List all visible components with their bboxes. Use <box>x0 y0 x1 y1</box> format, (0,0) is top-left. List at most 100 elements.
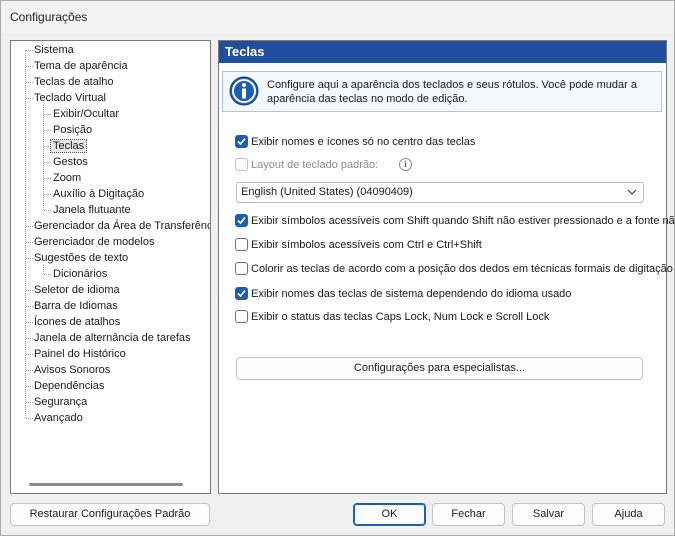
tree-item[interactable]: Painel do Histórico <box>34 346 126 362</box>
close-button[interactable]: Fechar <box>432 503 505 526</box>
tree-item[interactable]: Posição <box>53 122 92 138</box>
panel-title: Teclas <box>219 41 666 63</box>
tree-item[interactable]: Tema de aparência <box>34 58 128 74</box>
ok-button[interactable]: OK <box>353 503 426 526</box>
tree-connector <box>26 338 33 339</box>
chevron-down-icon <box>627 189 637 195</box>
tree-item-label: Exibir/Ocultar <box>53 108 120 120</box>
option-label: Exibir o status das teclas Caps Lock, Nu… <box>251 311 550 323</box>
tree-connector <box>26 354 33 355</box>
tree-item-label: Avançado <box>34 412 83 424</box>
tree-item-label: Auxílio à Digitação <box>53 188 145 200</box>
tree-item-label: Ícones de atalhos <box>34 316 121 328</box>
tree-item-label: Teclas <box>50 139 88 153</box>
tree-item[interactable]: Janela flutuante <box>53 202 131 218</box>
tree-item[interactable]: Segurança <box>34 394 87 410</box>
info-text: Configure aqui a aparência dos teclados … <box>267 79 637 105</box>
tree-connector <box>26 418 33 419</box>
tree-connector <box>26 50 33 51</box>
tree-item[interactable]: Zoom <box>53 170 81 186</box>
tree-connector <box>44 178 51 179</box>
tree-connector <box>26 322 33 323</box>
tree-item-label: Gestos <box>53 156 88 168</box>
keyboard-layout-select[interactable]: English (United States) (04090409) <box>236 182 644 203</box>
tree-item-label: Sistema <box>34 44 74 56</box>
tree-item[interactable]: Gerenciador da Área de Transferência <box>34 218 211 234</box>
settings-tree[interactable]: Sistema Tema de aparência Teclas de atalho… <box>10 40 211 494</box>
tree-connector <box>26 66 33 67</box>
checkbox-color-fingers[interactable] <box>235 262 248 275</box>
tree-item-label: Janela de alternância de tarefas <box>34 332 191 344</box>
tree-item[interactable]: Dicionários <box>53 266 107 282</box>
info-icon[interactable]: i <box>399 158 412 171</box>
tree-item-label: Seletor de idioma <box>34 284 120 296</box>
checkbox-lock-status[interactable] <box>235 310 248 323</box>
tree-connector <box>44 130 51 131</box>
tree-item[interactable]: Gestos <box>53 154 88 170</box>
tree-item-label: Dependências <box>34 380 105 392</box>
tree-connector <box>26 98 33 99</box>
tree-item[interactable]: Gerenciador de modelos <box>34 234 154 250</box>
checkbox-show-names-center[interactable] <box>235 135 248 148</box>
tree-item-label: Barra de Idiomas <box>34 300 118 312</box>
tree-item[interactable]: Avançado <box>34 410 83 426</box>
tree-connector <box>44 210 51 211</box>
expert-settings-button[interactable]: Configurações para especialistas... <box>236 357 643 380</box>
settings-window: Configurações Sistema Tema de aparência Te… <box>0 0 675 536</box>
tree-item-label: Dicionários <box>53 268 108 280</box>
tree-connector <box>26 290 33 291</box>
window-title: Configurações <box>10 10 88 24</box>
tree-connector <box>26 386 33 387</box>
tree-connector <box>44 194 51 195</box>
tree-item-label: Avisos Sonoros <box>34 364 111 376</box>
tree-item-label: Posição <box>53 124 93 136</box>
checkbox-default-layout[interactable] <box>235 158 248 171</box>
tree-item-label: Painel do Histórico <box>34 348 126 360</box>
tree-item-label: Gerenciador da Área de Transferência <box>34 220 211 232</box>
tree-item[interactable]: Sistema <box>34 42 74 58</box>
tree-connector <box>26 242 33 243</box>
tree-item[interactable]: Teclas de atalho <box>34 74 114 90</box>
tree-item-label: Gerenciador de modelos <box>34 236 155 248</box>
tree-connector <box>44 162 51 163</box>
settings-panel: Teclas Configure aqui a aparência dos te… <box>218 40 675 494</box>
tree-item[interactable]: Teclado Virtual <box>34 90 106 106</box>
option-label: Exibir símbolos acessíveis com Ctrl e Ct… <box>251 239 482 251</box>
option-label: Exibir nomes e ícones só no centro das t… <box>251 136 476 148</box>
checkbox-system-key-names[interactable] <box>235 287 248 300</box>
tree-item-label: Janela flutuante <box>53 204 131 216</box>
checkbox-ctrl-symbols[interactable] <box>235 238 248 251</box>
option-label: Exibir nomes das teclas de sistema depen… <box>251 288 572 300</box>
tree-item[interactable]: Auxílio à Digitação <box>53 186 144 202</box>
tree-connector <box>26 82 33 83</box>
title-bar[interactable]: Configurações <box>1 1 674 33</box>
tree-item[interactable]: Ícones de atalhos <box>34 314 120 330</box>
tree-item[interactable]: Seletor de idioma <box>34 282 120 298</box>
tree-item[interactable]: Teclas <box>50 138 88 154</box>
tree-item[interactable]: Exibir/Ocultar <box>53 106 119 122</box>
restore-defaults-button[interactable]: Restaurar Configurações Padrão <box>10 503 210 526</box>
checkbox-shift-symbols[interactable] <box>235 214 248 227</box>
tree-item[interactable]: Dependências <box>34 378 104 394</box>
tree-connector <box>26 402 33 403</box>
tree-connector <box>44 274 51 275</box>
tree-item-label: Sugestões de texto <box>34 252 129 264</box>
tree-item[interactable]: Janela de alternância de tarefas <box>34 330 191 346</box>
tree-connector <box>26 258 33 259</box>
select-value: English (United States) (04090409) <box>241 186 413 198</box>
tree-connector <box>44 114 51 115</box>
horizontal-scrollbar[interactable] <box>29 483 183 486</box>
tree-item-label: Teclas de atalho <box>34 76 114 88</box>
tree-item-label: Zoom <box>53 172 82 184</box>
save-button[interactable]: Salvar <box>512 503 585 526</box>
tree-connector <box>26 306 33 307</box>
tree-item[interactable]: Sugestões de texto <box>34 250 128 266</box>
info-icon <box>229 76 259 106</box>
option-label: Layout de teclado padrão: <box>251 159 379 171</box>
tree-item[interactable]: Avisos Sonoros <box>34 362 110 378</box>
tree-connector <box>25 50 26 418</box>
option-label: Exibir símbolos acessíveis com Shift qua… <box>251 215 675 227</box>
tree-item[interactable]: Barra de Idiomas <box>34 298 118 314</box>
tree-connector <box>26 226 33 227</box>
help-button[interactable]: Ajuda <box>592 503 665 526</box>
